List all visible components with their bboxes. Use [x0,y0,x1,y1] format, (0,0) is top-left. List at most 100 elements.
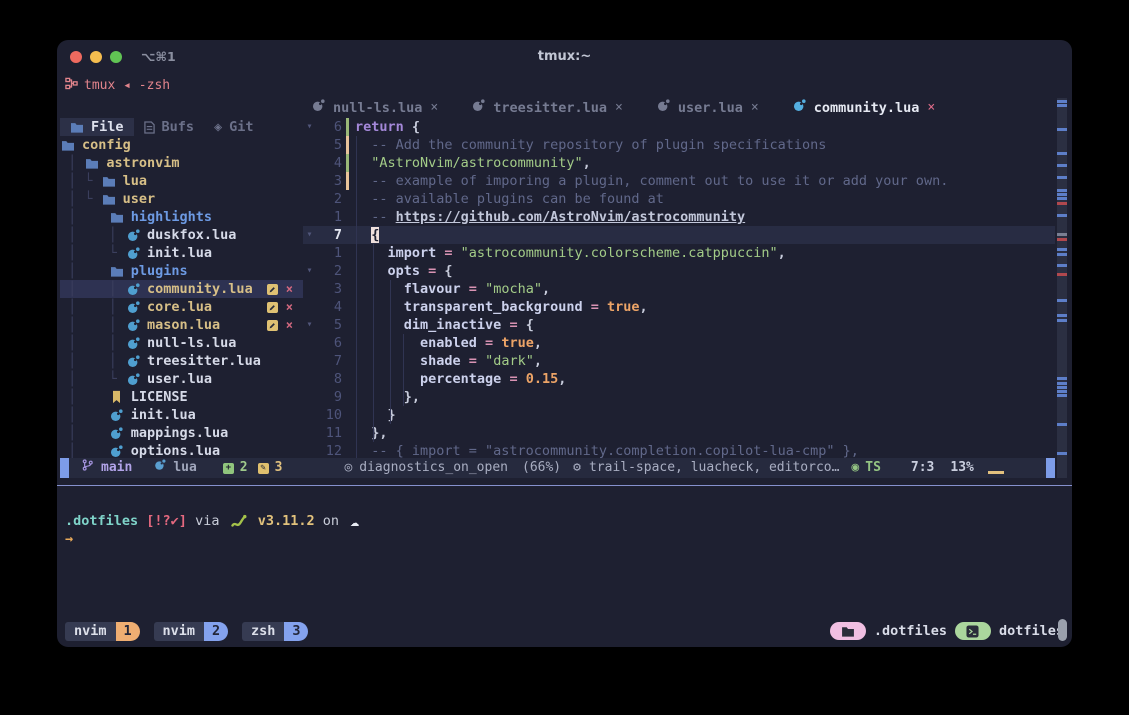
tmux-session-bar[interactable]: tmux ◂ -zsh [65,76,170,96]
tree-item-label: highlights [131,208,212,226]
tree-item-user-lua[interactable]: │ └ user.lua [60,370,303,388]
lua-file-icon [793,99,806,117]
fold-chevron-icon[interactable]: ▾ [303,262,316,280]
code-line[interactable]: 10 } [303,406,1055,424]
code-line[interactable]: 8 percentage = 0.15, [303,370,1055,388]
code-line[interactable]: ▾5 dim_inactive = { [303,316,1055,334]
code-line[interactable]: ▾6return { [303,118,1055,136]
tree-item-label: plugins [131,262,188,280]
prompt-arrow-icon[interactable]: → [65,530,73,548]
tree-item-mason-lua[interactable]: │ │ mason.lua× [60,316,303,334]
code-text: -- available plugins can be found at [349,190,664,208]
fold-chevron-icon[interactable]: ▾ [303,226,316,244]
git-branch-name[interactable]: main [101,459,132,477]
fold-chevron-icon[interactable]: ▾ [303,118,316,136]
tmux-window-number: 3 [284,622,308,641]
snake-icon [231,514,247,528]
scrollbar-mark [1057,189,1067,192]
code-line[interactable]: 5 -- Add the community repository of plu… [303,136,1055,154]
tree-item-null-ls-lua[interactable]: │ │ null-ls.lua [60,334,303,352]
tab-close-icon[interactable]: × [615,99,623,117]
folder-icon [109,211,125,223]
tree-item-LICENSE[interactable]: │ LICENSE [60,388,303,406]
modified-badge-icon [267,302,278,313]
scrollbar-mark [1057,176,1067,179]
scrollbar-mark [1057,264,1067,267]
tree-item-mappings-lua[interactable]: │ mappings.lua [60,424,303,442]
lua-icon [125,301,141,314]
tab-close-icon[interactable]: × [430,99,438,117]
bufferline: null-ls.lua× treesitter.lua× user.lua× comm… [312,98,935,118]
code-line[interactable]: ▾2 opts = { [303,262,1055,280]
lua-icon [125,319,141,332]
tmux-session-icon [65,77,78,96]
terminal-scrollbar-thumb[interactable] [1058,619,1067,641]
unsaved-close-icon[interactable]: × [286,316,293,334]
git-added-icon: + [223,463,234,474]
code-line[interactable]: 7 shade = "dark", [303,352,1055,370]
code-line[interactable]: 1 -- https://github.com/AstroNvim/astroc… [303,208,1055,226]
code-editor[interactable]: ▾6return {5 -- Add the community reposit… [303,118,1055,460]
indent-guide [390,280,391,424]
prompt-segment: v3.11.2 [250,512,315,530]
tmux-pane-divider[interactable] [57,485,1072,486]
unsaved-close-icon[interactable]: × [286,298,293,316]
tmux-window-1[interactable]: nvim1 [65,622,140,641]
line-number: 8 [316,370,342,388]
titlebar: ⌥⌘1 tmux:~ [57,40,1072,74]
code-line[interactable]: 4 "AstroNvim/astrocommunity", [303,154,1055,172]
lsp-progress-pct: (66%) [522,459,561,477]
filetype-label: lua [173,459,196,477]
tmux-window-3[interactable]: zsh3 [242,622,308,641]
tree-item-duskfox-lua[interactable]: │ │ duskfox.lua [60,226,303,244]
modified-badge-icon [267,284,278,295]
tmux-right-label: dotfiles [999,622,1064,640]
scrollbar-mark [1057,382,1067,385]
unsaved-close-icon[interactable]: × [286,280,293,298]
tree-item-user[interactable]: │ └ user [60,190,303,208]
code-line[interactable]: 11 }, [303,424,1055,442]
tree-item-highlights[interactable]: │ highlights [60,208,303,226]
editor-tab-community-lua[interactable]: community.lua× [793,99,936,117]
tree-item-init-lua[interactable]: │ init.lua [60,406,303,424]
tree-item-label: LICENSE [131,388,188,406]
tree-item-astronvim[interactable]: │ astronvim [60,154,303,172]
git-added-count: 2 [240,459,248,477]
tab-close-icon[interactable]: × [927,99,935,117]
code-line[interactable]: 3 -- example of imporing a plugin, comme… [303,172,1055,190]
neotree-tab-git[interactable]: ◈Git [204,118,264,136]
tree-item-treesitter-lua[interactable]: │ │ treesitter.lua [60,352,303,370]
code-line[interactable]: 2 -- available plugins can be found at [303,190,1055,208]
code-line[interactable]: ▾7 { [303,226,1055,244]
editor-tab-null-ls-lua[interactable]: null-ls.lua× [312,99,438,117]
neotree-tab-file[interactable]: File [60,118,134,136]
code-line[interactable]: 4 transparent_background = true, [303,298,1055,316]
tree-guide: │ [60,424,109,442]
tab-close-icon[interactable]: × [751,99,759,117]
tree-item-lua[interactable]: │ └ lua [60,172,303,190]
tree-item-community-lua[interactable]: │ │ community.lua× [60,280,303,298]
code-line[interactable]: 1 import = "astrocommunity.colorscheme.c… [303,244,1055,262]
folder-icon [60,139,76,151]
fold-chevron-icon[interactable]: ▾ [303,316,316,334]
editor-tab-user-lua[interactable]: user.lua× [657,99,759,117]
window-title: tmux:~ [57,48,1072,66]
code-text: { [349,226,379,244]
code-line[interactable]: 9 }, [303,388,1055,406]
code-line[interactable]: 6 enabled = true, [303,334,1055,352]
editor-tab-treesitter-lua[interactable]: treesitter.lua× [472,99,623,117]
tree-item-core-lua[interactable]: │ │ core.lua× [60,298,303,316]
tree-item-label: core.lua [147,298,212,316]
neotree-tab-bufs[interactable]: Bufs [134,118,205,136]
tree-item-plugins[interactable]: │ plugins [60,262,303,280]
tmux-window-2[interactable]: nvim2 [154,622,229,641]
tree-guide: │ └ [60,172,101,190]
lua-icon [125,229,141,242]
code-line[interactable]: 3 flavour = "mocha", [303,280,1055,298]
code-text: "AstroNvim/astrocommunity", [349,154,591,172]
neotree-source-tabs: FileBufs◈Git [60,118,303,136]
tree-item-config[interactable]: config [60,136,303,154]
tree-item-init-lua[interactable]: │ └ init.lua [60,244,303,262]
tree-item-label: user.lua [147,370,212,388]
editor-scrollbar[interactable] [1057,98,1067,478]
